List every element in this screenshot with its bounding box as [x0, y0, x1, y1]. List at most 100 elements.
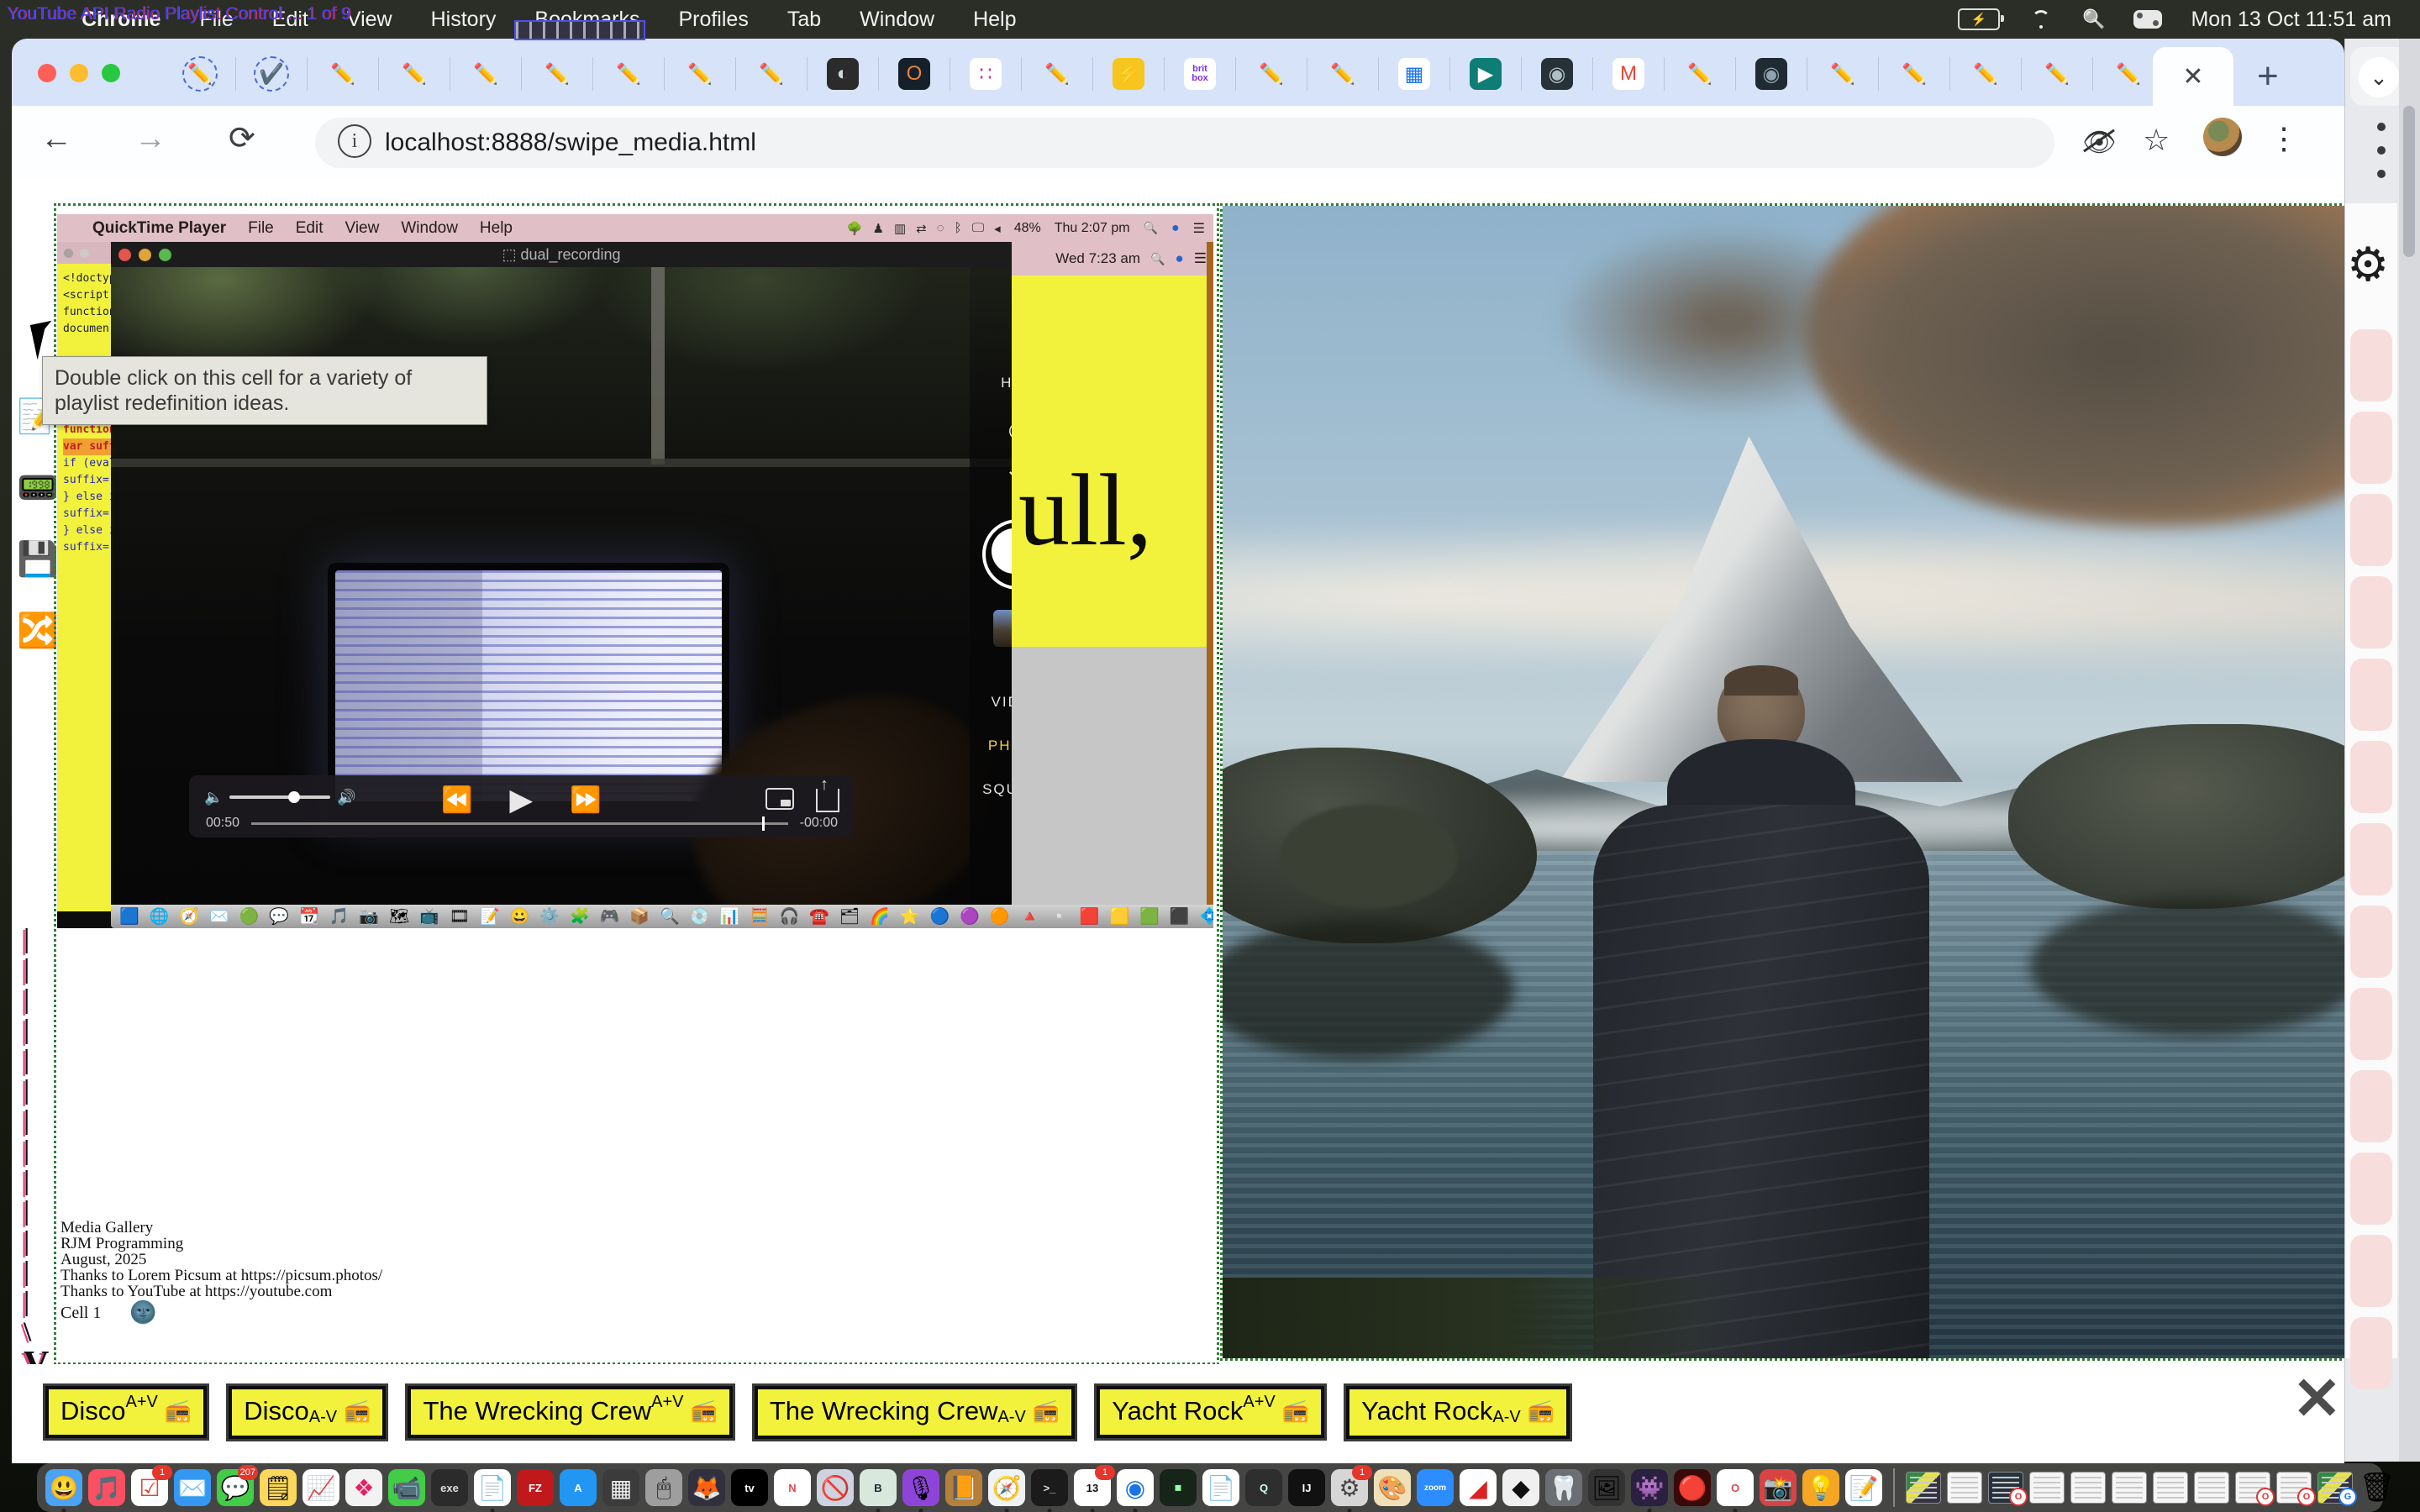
playlist-button-yacht-rock-a-v[interactable]: Yacht RockA-V📻: [1346, 1386, 1570, 1439]
pinned-tab-16[interactable]: ✏️: [1307, 57, 1379, 91]
tab-search-chevron[interactable]: ⌄: [2359, 57, 2399, 97]
pinned-tab-23[interactable]: ✏️: [1807, 57, 1879, 91]
pinned-tab-21[interactable]: ✏️: [1665, 57, 1736, 91]
bookmark-star-icon[interactable]: ☆: [2143, 123, 2170, 158]
spotlight-icon[interactable]: 🔍: [2082, 8, 2105, 30]
dock-app-0[interactable]: 😃: [45, 1469, 82, 1506]
dock-app-35[interactable]: 🦷: [1545, 1469, 1582, 1506]
dock-app-20[interactable]: 🎙: [902, 1469, 939, 1506]
pinned-tab-5[interactable]: ✏️: [522, 57, 593, 91]
pinned-tab-10[interactable]: O: [879, 57, 950, 91]
url-text[interactable]: localhost:8888/swipe_media.html: [385, 129, 756, 157]
playlist-button-disco-a+v[interactable]: DiscoA+V📻: [45, 1386, 207, 1438]
dock-app-36[interactable]: 🖼: [1588, 1469, 1625, 1506]
dock-app-9[interactable]: exe: [431, 1469, 468, 1506]
pinned-tab-17[interactable]: ▦: [1379, 57, 1450, 91]
pinned-tab-6[interactable]: ✏️: [593, 57, 665, 91]
dock-app-12[interactable]: A: [560, 1469, 597, 1506]
dock-app-31[interactable]: 🎨: [1374, 1469, 1411, 1506]
menu-item-tab[interactable]: Tab: [768, 8, 840, 32]
pinned-tab-11[interactable]: ∷: [950, 57, 1022, 91]
dock-app-25[interactable]: ◉: [1117, 1469, 1154, 1506]
active-tab[interactable]: ✕: [2153, 47, 2233, 106]
dock-app-7[interactable]: ❖: [345, 1469, 382, 1506]
pinned-tab-19[interactable]: ◉: [1522, 57, 1593, 91]
zoom-window-button[interactable]: [102, 64, 120, 82]
pinned-tab-8[interactable]: ✏️: [736, 57, 808, 91]
dock-window-thumb-4[interactable]: [2070, 1472, 2106, 1504]
dock-app-26[interactable]: ▪: [1160, 1469, 1197, 1506]
dock-app-13[interactable]: ▦: [602, 1469, 639, 1506]
reload-button[interactable]: ⟳: [229, 119, 255, 157]
dock-app-39[interactable]: O: [1717, 1469, 1754, 1506]
site-info-icon[interactable]: i: [338, 124, 371, 158]
pinned-tab-1[interactable]: ✔️: [236, 57, 308, 91]
dock-app-6[interactable]: 📈: [302, 1469, 339, 1506]
moon-face-emoji[interactable]: 🌚: [129, 1300, 156, 1326]
dock-app-1[interactable]: 🎵: [88, 1469, 125, 1506]
eye-off-icon[interactable]: 👁: [2082, 126, 2117, 158]
playlist-button-yacht-rock-a+v[interactable]: Yacht RockA+V📻: [1097, 1386, 1324, 1438]
dock-app-28[interactable]: Q: [1245, 1469, 1282, 1506]
dock-window-thumb-2[interactable]: O: [1988, 1472, 2023, 1504]
embedded-video[interactable]: QuickTime PlayerFileEditViewWindowHelp 🌳…: [57, 214, 1213, 928]
pinned-tab-24[interactable]: ✏️: [1879, 57, 1950, 91]
dock-app-4[interactable]: 💬207: [217, 1469, 254, 1506]
pinned-tab-22[interactable]: ◉: [1736, 57, 1807, 91]
browser-menu-icon[interactable]: ⋮: [2269, 121, 2299, 156]
dock-app-32[interactable]: zoom: [1417, 1469, 1454, 1506]
dock-app-21[interactable]: 📙: [945, 1469, 982, 1506]
dock-app-38[interactable]: 🔴: [1674, 1469, 1711, 1506]
dock-app-40[interactable]: 📸: [1760, 1469, 1797, 1506]
dock-app-29[interactable]: IJ: [1288, 1469, 1325, 1506]
dock-window-thumb-8[interactable]: O: [2235, 1472, 2270, 1504]
close-tab-icon[interactable]: ✕: [2182, 62, 2203, 92]
dock-app-41[interactable]: 💡: [1802, 1469, 1839, 1506]
dock-app-33[interactable]: ◢: [1460, 1469, 1497, 1506]
rail-icon-1[interactable]: 📟: [17, 468, 59, 507]
dock-app-11[interactable]: FZ: [517, 1469, 554, 1506]
dock-app-2[interactable]: ☑1: [131, 1469, 168, 1506]
control-center-icon[interactable]: [2133, 10, 2162, 29]
dock-window-thumb-1[interactable]: [1947, 1472, 1982, 1504]
menu-item-window[interactable]: Window: [840, 8, 954, 32]
dock-window-thumb-10[interactable]: G: [2317, 1472, 2353, 1504]
minimize-window-button[interactable]: [70, 64, 88, 82]
dock-app-15[interactable]: 🦊: [688, 1469, 725, 1506]
pinned-tab-2[interactable]: ✏️: [308, 57, 379, 91]
menu-clock[interactable]: Mon 13 Oct 11:51 am: [2191, 8, 2391, 32]
pinned-tab-13[interactable]: ⚡: [1093, 57, 1165, 91]
back-button[interactable]: ←: [40, 121, 72, 157]
gear-icon[interactable]: ⚙: [2347, 237, 2389, 292]
pinned-tab-0[interactable]: ✏️: [165, 57, 236, 91]
media-cell-2[interactable]: [1220, 203, 2347, 1361]
dock-app-27[interactable]: 📄: [1202, 1469, 1239, 1506]
pinned-tab-9[interactable]: ◐: [808, 57, 879, 91]
dock-app-17[interactable]: N: [774, 1469, 811, 1506]
pinned-tab-14[interactable]: brit box: [1165, 57, 1236, 91]
dock-app-16[interactable]: tv: [731, 1469, 768, 1506]
playlist-button-the-wrecking-crew-a-v[interactable]: The Wrecking CrewA-V📻: [755, 1386, 1075, 1439]
dock-app-8[interactable]: 📹: [388, 1469, 425, 1506]
dock-app-24[interactable]: 131: [1074, 1469, 1111, 1506]
dock-app-5[interactable]: 🗒: [260, 1469, 297, 1506]
dock-app-30[interactable]: ⚙1: [1331, 1469, 1368, 1506]
dock-window-thumb-7[interactable]: [2194, 1472, 2229, 1504]
scrollbar-strip[interactable]: [2399, 39, 2420, 1462]
dock-window-thumb-3[interactable]: [2029, 1472, 2065, 1504]
dock-app-42[interactable]: 📝: [1845, 1469, 1882, 1506]
dock-app-37[interactable]: 👾: [1631, 1469, 1668, 1506]
pinned-tab-18[interactable]: ▶: [1450, 57, 1522, 91]
pinned-tab-3[interactable]: ✏️: [379, 57, 450, 91]
menu-item-history[interactable]: History: [412, 8, 516, 32]
dock-window-thumb-9[interactable]: O: [2276, 1472, 2312, 1504]
profile-avatar[interactable]: [2203, 118, 2242, 156]
dock-trash[interactable]: 🗑: [2359, 1469, 2396, 1506]
playlist-button-disco-a-v[interactable]: DiscoA-V📻: [229, 1386, 386, 1439]
dock-app-3[interactable]: ✉️: [174, 1469, 211, 1506]
dock-app-34[interactable]: ◆: [1502, 1469, 1539, 1506]
pinned-tab-4[interactable]: ✏️: [450, 57, 522, 91]
menu-item-help[interactable]: Help: [954, 8, 1035, 32]
dock-window-thumb-5[interactable]: [2112, 1472, 2147, 1504]
dock-app-10[interactable]: 📄: [474, 1469, 511, 1506]
